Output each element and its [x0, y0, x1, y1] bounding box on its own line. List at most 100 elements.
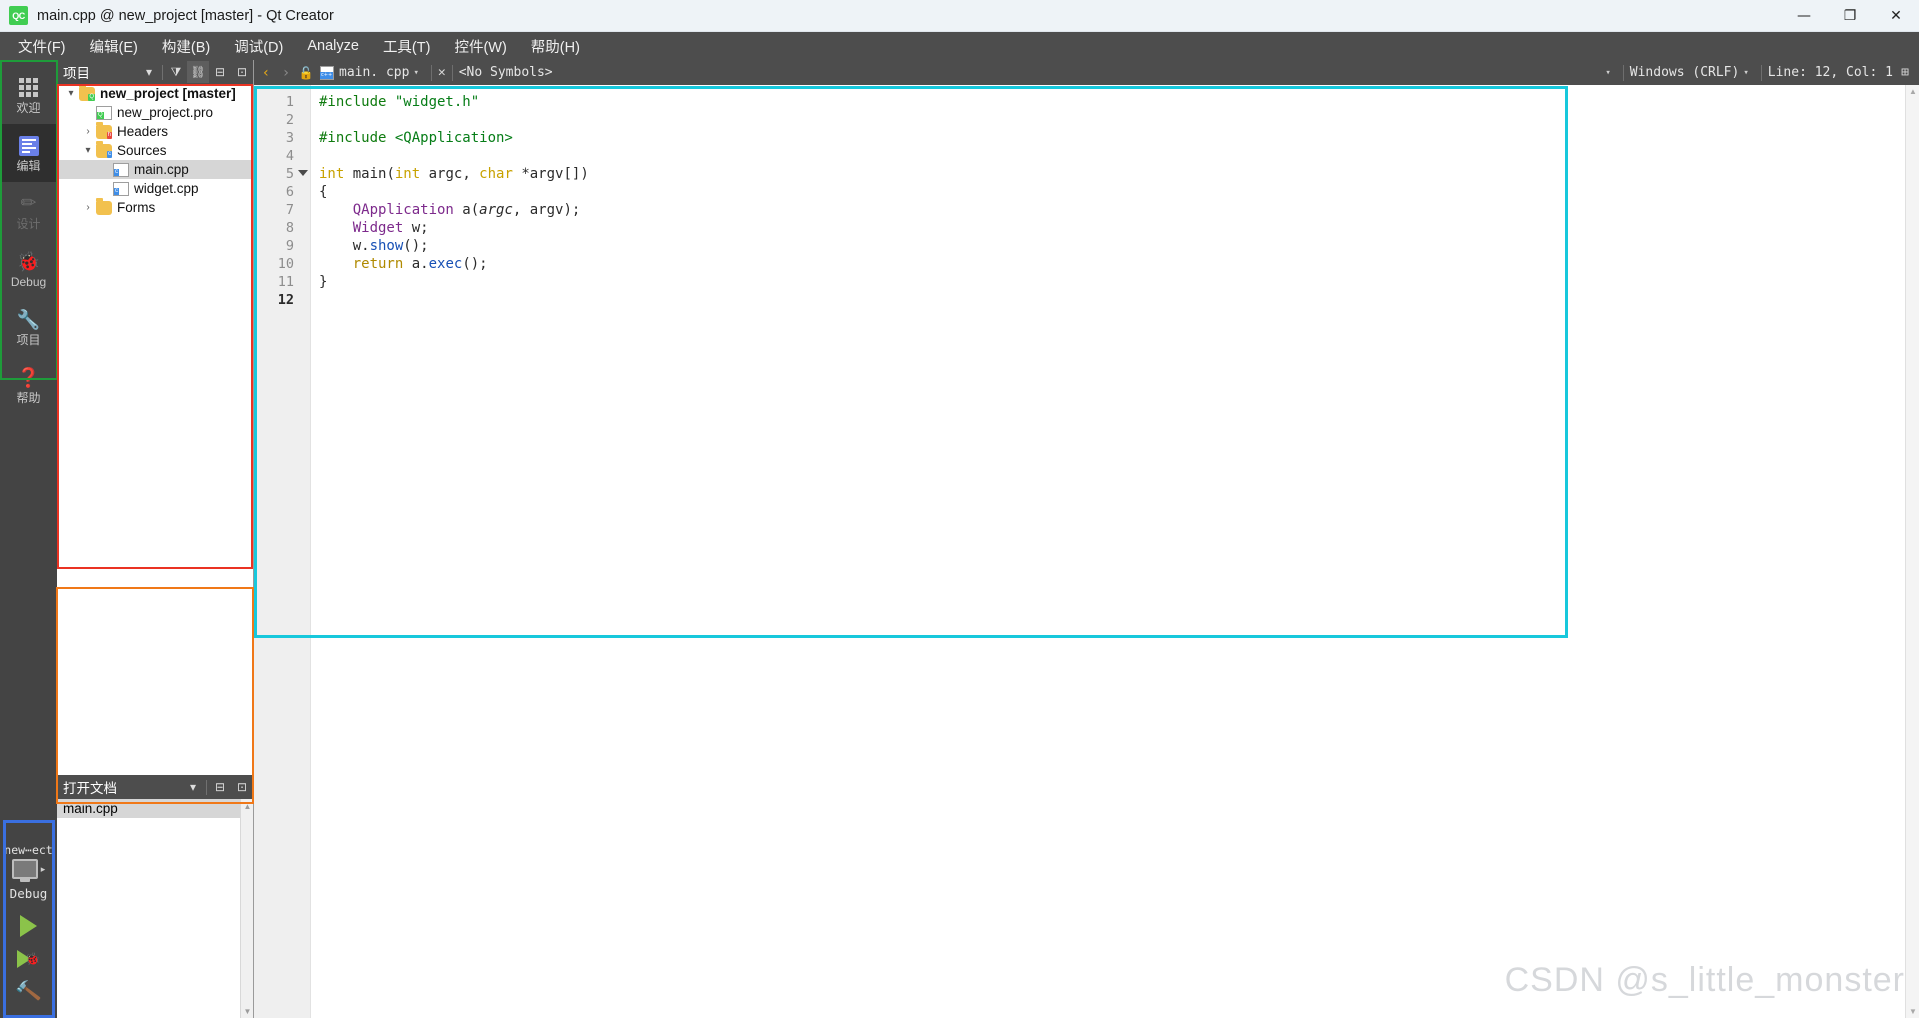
line-number: 1 — [285, 94, 294, 110]
menu-debug[interactable]: 调试(D) — [222, 33, 295, 60]
code-token: (); — [462, 256, 488, 272]
qt-creator-logo-icon: QC — [9, 6, 28, 25]
opendocs-dropdown-icon[interactable]: ▾ — [182, 776, 204, 798]
symbols-selector[interactable]: <No Symbols> — [459, 65, 553, 80]
restore-icon[interactable]: ❐ — [1827, 0, 1873, 32]
link-icon[interactable]: ⛓ — [187, 61, 209, 83]
divider — [451, 64, 453, 81]
tree-item-label: Sources — [117, 143, 167, 158]
panel-dropdown-icon[interactable]: ▾ — [138, 61, 160, 83]
kit-selector[interactable]: new⋯ect ▸ Debug — [3, 843, 54, 901]
current-file-selector[interactable]: main. cpp — [316, 65, 409, 80]
split-icon[interactable]: ⊟ — [209, 61, 231, 83]
code-token: #include — [319, 130, 395, 146]
mode-label: Debug — [10, 274, 47, 289]
close-icon[interactable]: ✕ — [1873, 0, 1919, 32]
build-button[interactable]: 🔨 — [3, 975, 54, 1008]
mode-项目[interactable]: 🔧 项目 — [0, 298, 57, 356]
code-line: QApplication a(argc, argv); — [319, 201, 1919, 219]
line-number: 11 — [277, 274, 294, 290]
mode-设计: ✏ 设计 — [0, 182, 57, 240]
run-button[interactable] — [3, 909, 54, 942]
line-ending-dropdown-icon[interactable]: ▾ — [1743, 68, 1748, 78]
editor-column: ‹ › 🔓 main. cpp ▾ ✕ <No Symbols> ▾ Windo… — [254, 60, 1919, 1018]
file-dropdown-icon[interactable]: ▾ — [413, 68, 418, 78]
file-type-badge: h — [106, 131, 112, 139]
forms-folder-icon — [96, 197, 112, 215]
unlocked-icon[interactable]: 🔓 — [296, 66, 316, 80]
file-type-badge: Q — [97, 111, 104, 119]
tree-item-main.cpp[interactable]: c main.cpp — [57, 160, 253, 179]
mode-编辑[interactable]: 编辑 — [0, 124, 57, 182]
scroll-down-icon[interactable]: ▼ — [241, 1004, 254, 1018]
editor-scrollbar[interactable]: ▲ ▼ — [1905, 85, 1919, 1018]
close-panel-icon[interactable]: ⊡ — [231, 61, 253, 83]
file-type-badge: c — [114, 168, 119, 176]
line-number-gutter: 1 2 3 4 5 6 7 8 9 10 11 12 — [254, 85, 311, 1018]
code-token: <QApplication> — [394, 130, 513, 146]
cursor-position: Line: 12, Col: 1 — [1767, 65, 1893, 80]
line-ending-selector[interactable]: Windows (CRLF) — [1630, 65, 1740, 80]
window-titlebar: QC main.cpp @ new_project [master] - Qt … — [0, 0, 1919, 32]
menu-tools[interactable]: 工具(T) — [371, 33, 443, 60]
filter-icon[interactable]: ⧩ — [165, 61, 187, 83]
play-icon — [20, 914, 37, 937]
open-documents-list[interactable]: main.cpp ▲ ▼ — [57, 799, 253, 1018]
file-type-badge: c — [114, 187, 119, 195]
mode-label: 欢迎 — [16, 100, 41, 115]
project-panel-title: 项目 — [63, 66, 90, 81]
menu-file[interactable]: 文件(F) — [6, 33, 78, 60]
navigate-back-icon[interactable]: ‹ — [256, 65, 276, 81]
symbols-dropdown-icon[interactable]: ▾ — [1605, 68, 1610, 78]
opendocs-split-icon[interactable]: ⊟ — [209, 776, 231, 798]
divider — [1622, 64, 1624, 81]
chevron-down-icon[interactable]: ▾ — [63, 88, 79, 99]
tree-item-new_project.pro[interactable]: Qnew_project.pro — [57, 103, 253, 122]
open-document-item[interactable]: main.cpp — [57, 799, 253, 818]
tree-item-forms[interactable]: › Forms — [57, 197, 253, 217]
menu-analyze[interactable]: Analyze — [295, 35, 371, 57]
scroll-down-icon[interactable]: ▼ — [1906, 1007, 1919, 1016]
chevron-right-icon[interactable]: › — [80, 126, 96, 137]
menu-edit[interactable]: 编辑(E) — [78, 33, 150, 60]
cpp-file-icon: c — [113, 181, 129, 196]
scroll-up-icon[interactable]: ▲ — [1906, 87, 1919, 96]
desktop-target-icon — [11, 859, 38, 879]
divider — [1760, 64, 1762, 81]
line-number: 12 — [277, 292, 294, 308]
divider — [430, 64, 432, 81]
open-documents-scrollbar[interactable]: ▲ ▼ — [240, 799, 253, 1018]
navigate-forward-icon[interactable]: › — [276, 65, 296, 81]
chevron-right-icon[interactable]: › — [80, 202, 96, 213]
tree-item-widget.cpp[interactable]: c widget.cpp — [57, 179, 253, 198]
close-document-icon[interactable]: ✕ — [438, 65, 446, 80]
split-editor-icon[interactable]: ⊞ — [1893, 65, 1917, 80]
code-token: *argv[]) — [521, 166, 589, 182]
tree-item-headers[interactable]: › h Headers — [57, 121, 253, 141]
fold-marker-icon[interactable] — [298, 170, 308, 176]
project-tree[interactable]: ▾ Qnew_project [master] Qnew_project.pro › h… — [57, 84, 253, 775]
tree-item-label: main.cpp — [134, 162, 189, 177]
mode-label: 编辑 — [16, 158, 41, 173]
menu-help[interactable]: 帮助(H) — [519, 33, 592, 60]
start-debugging-button[interactable]: 🐞 — [3, 942, 54, 975]
opendocs-close-icon[interactable]: ⊡ — [231, 776, 253, 798]
mode-欢迎[interactable]: 欢迎 — [0, 66, 57, 124]
line-number: 5 — [254, 165, 310, 183]
tree-item-sources[interactable]: ▾ c Sources — [57, 140, 253, 160]
menu-window[interactable]: 控件(W) — [442, 33, 518, 60]
code-token: a. — [403, 256, 429, 272]
mode-帮助[interactable]: ❓ 帮助 — [0, 356, 57, 414]
bug-icon: 🐞 — [25, 951, 40, 966]
menu-build[interactable]: 构建(B) — [150, 33, 222, 60]
scroll-up-icon[interactable]: ▲ — [241, 799, 254, 813]
minimize-icon[interactable]: — — [1781, 0, 1827, 32]
kit-selector-area: new⋯ect ▸ Debug 🐞 🔨 — [0, 837, 57, 1018]
mode-Debug[interactable]: 🐞 Debug — [0, 240, 57, 298]
editor-area[interactable]: 1 2 3 4 5 6 7 8 9 10 11 12 #include "widget.h" #inc… — [254, 85, 1919, 1018]
code-content[interactable]: #include "widget.h" #include <QApplicati… — [311, 85, 1919, 1018]
tree-item-new_project--master-[interactable]: ▾ Qnew_project [master] — [57, 84, 253, 103]
chevron-down-icon[interactable]: ▾ — [80, 145, 96, 156]
